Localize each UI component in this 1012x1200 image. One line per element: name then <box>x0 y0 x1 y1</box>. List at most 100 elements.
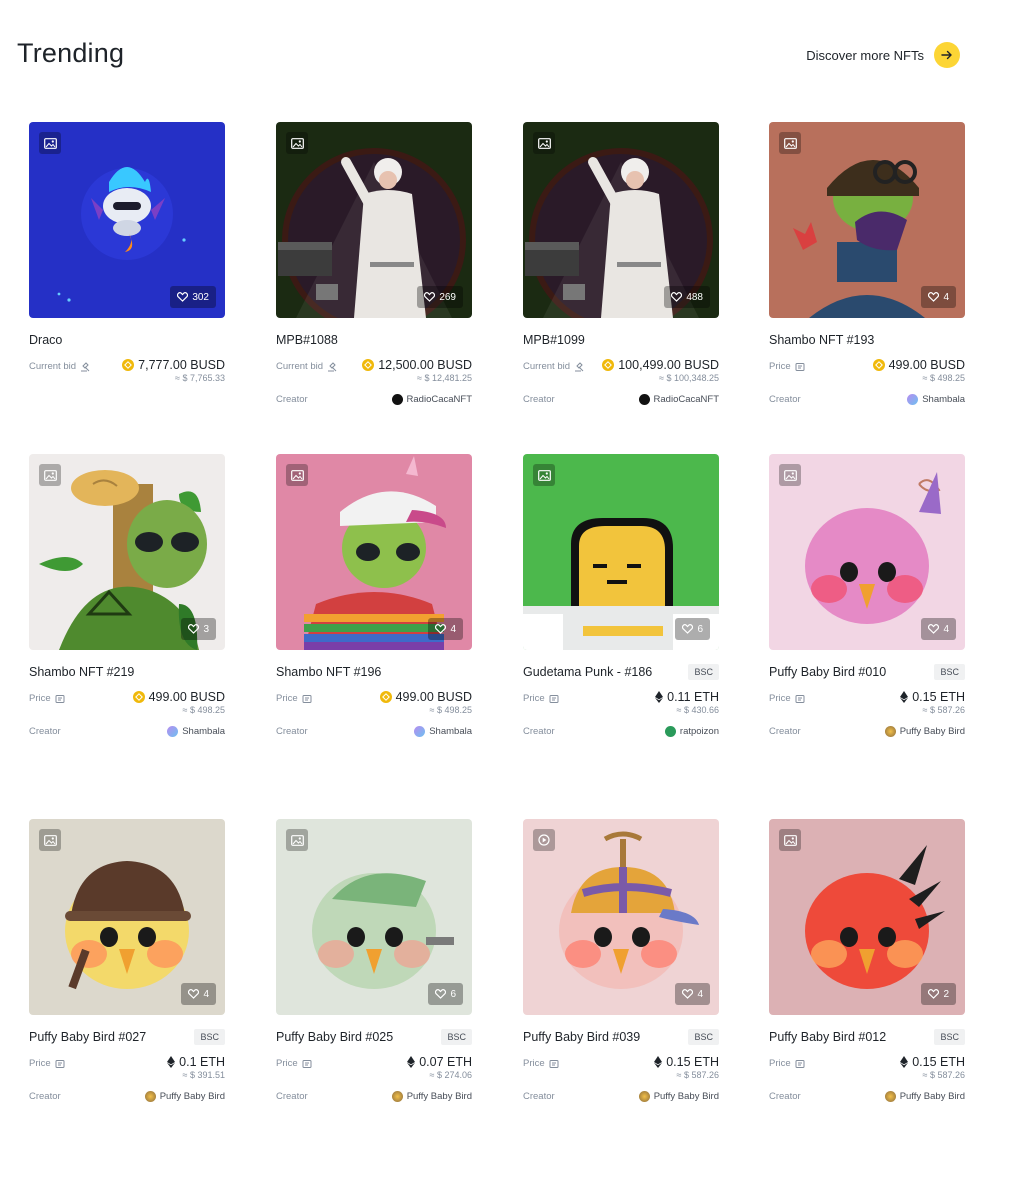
price-value: 12,500.00 BUSD <box>378 358 472 372</box>
like-button[interactable]: 3 <box>181 618 216 640</box>
like-button[interactable]: 4 <box>921 618 956 640</box>
creator-link[interactable]: Shambala <box>907 394 965 405</box>
creator-avatar <box>391 394 403 405</box>
nft-card[interactable]: 4 Shambo NFT #193 Price 499.00 BUSD ≈ $ … <box>769 122 965 405</box>
price-label-text: Price <box>523 1058 545 1069</box>
like-button[interactable]: 269 <box>417 286 463 308</box>
nft-card[interactable]: 2 Puffy Baby Bird #012 BSC Price 0.15 ET… <box>769 819 965 1102</box>
like-button[interactable]: 488 <box>664 286 710 308</box>
creator-link[interactable]: Puffy Baby Bird <box>884 1091 965 1102</box>
price-label: Price <box>276 1058 312 1069</box>
creator-name: Shambala <box>182 726 225 737</box>
nft-thumbnail[interactable]: 6 <box>523 454 719 650</box>
price-label-text: Price <box>769 361 791 372</box>
auction-icon <box>327 361 337 372</box>
nft-thumbnail[interactable]: 269 <box>276 122 472 318</box>
price-value: 0.15 ETH <box>912 690 965 704</box>
nft-card[interactable]: 6 Puffy Baby Bird #025 BSC Price 0.07 ET… <box>276 819 472 1102</box>
creator-label: Creator <box>523 726 555 737</box>
creator-avatar <box>144 1091 156 1102</box>
price-usd: ≈ $ 274.06 <box>429 1070 472 1080</box>
nft-name[interactable]: Puffy Baby Bird #039 <box>523 1030 640 1044</box>
like-button[interactable]: 6 <box>428 983 463 1005</box>
nft-name[interactable]: Puffy Baby Bird #025 <box>276 1030 393 1044</box>
creator-label: Creator <box>29 726 61 737</box>
nft-thumbnail[interactable]: 4 <box>769 122 965 318</box>
nft-thumbnail[interactable]: 488 <box>523 122 719 318</box>
creator-link[interactable]: Puffy Baby Bird <box>638 1091 719 1102</box>
nft-card[interactable]: 302 Draco Current bid 7,777.00 BUSD ≈ $ … <box>29 122 225 386</box>
tag-icon <box>55 1059 65 1069</box>
nft-card[interactable]: 4 Puffy Baby Bird #039 BSC Price 0.15 ET… <box>523 819 719 1102</box>
nft-card[interactable]: 4 Shambo NFT #196 Price 499.00 BUSD ≈ $ … <box>276 454 472 737</box>
like-count: 269 <box>439 291 456 303</box>
price-label: Price <box>769 1058 805 1069</box>
chain-badge: BSC <box>688 664 719 680</box>
creator-link[interactable]: Puffy Baby Bird <box>144 1091 225 1102</box>
like-button[interactable]: 4 <box>921 286 956 308</box>
nft-card[interactable]: 488 MPB#1099 Current bid 100,499.00 BUSD… <box>523 122 719 405</box>
eth-icon <box>900 691 909 703</box>
like-count: 3 <box>203 623 209 635</box>
nft-thumbnail[interactable]: 4 <box>29 819 225 1015</box>
heart-icon <box>177 292 189 302</box>
nft-card[interactable]: 4 Puffy Baby Bird #010 BSC Price 0.15 ET… <box>769 454 965 737</box>
creator-link[interactable]: Shambala <box>414 726 472 737</box>
creator-link[interactable]: RadioCacaNFT <box>638 394 719 405</box>
price-label: Price <box>523 1058 559 1069</box>
price-label-text: Price <box>29 1058 51 1069</box>
like-count: 4 <box>203 988 209 1000</box>
nft-name[interactable]: Shambo NFT #196 <box>276 665 381 679</box>
creator-link[interactable]: Shambala <box>167 726 225 737</box>
tag-icon <box>549 1059 559 1069</box>
discover-more-link[interactable]: Discover more NFTs <box>806 42 960 68</box>
heart-icon <box>928 989 940 999</box>
nft-thumbnail[interactable]: 4 <box>523 819 719 1015</box>
like-button[interactable]: 4 <box>181 983 216 1005</box>
nft-thumbnail[interactable]: 4 <box>276 454 472 650</box>
creator-avatar <box>414 726 426 737</box>
nft-card[interactable]: 4 Puffy Baby Bird #027 BSC Price 0.1 ETH… <box>29 819 225 1102</box>
creator-avatar <box>884 1091 896 1102</box>
nft-thumbnail[interactable]: 3 <box>29 454 225 650</box>
like-count: 6 <box>450 988 456 1000</box>
like-button[interactable]: 302 <box>170 286 216 308</box>
auction-icon <box>574 361 584 372</box>
chain-badge: BSC <box>688 1029 719 1045</box>
nft-thumbnail[interactable]: 2 <box>769 819 965 1015</box>
image-icon <box>286 464 308 486</box>
creator-link[interactable]: ratpoizon <box>664 726 719 737</box>
nft-card[interactable]: 269 MPB#1088 Current bid 12,500.00 BUSD … <box>276 122 472 405</box>
nft-name[interactable]: Puffy Baby Bird #012 <box>769 1030 886 1044</box>
creator-link[interactable]: RadioCacaNFT <box>391 394 472 405</box>
image-icon <box>286 829 308 851</box>
heart-icon <box>435 989 447 999</box>
like-button[interactable]: 4 <box>428 618 463 640</box>
nft-name[interactable]: Shambo NFT #193 <box>769 333 874 347</box>
creator-label: Creator <box>769 1091 801 1102</box>
like-count: 6 <box>697 623 703 635</box>
arrow-right-icon <box>934 42 960 68</box>
nft-thumbnail[interactable]: 6 <box>276 819 472 1015</box>
chain-badge: BSC <box>934 664 965 680</box>
nft-name[interactable]: Gudetama Punk - #186 <box>523 665 652 679</box>
price-label: Current bid <box>276 361 337 372</box>
like-button[interactable]: 4 <box>675 983 710 1005</box>
heart-icon <box>188 989 200 999</box>
creator-link[interactable]: Puffy Baby Bird <box>391 1091 472 1102</box>
nft-thumbnail[interactable]: 302 <box>29 122 225 318</box>
nft-name[interactable]: MPB#1088 <box>276 333 338 347</box>
nft-name[interactable]: Puffy Baby Bird #027 <box>29 1030 146 1044</box>
like-button[interactable]: 6 <box>675 618 710 640</box>
nft-name[interactable]: Draco <box>29 333 62 347</box>
creator-link[interactable]: Puffy Baby Bird <box>884 726 965 737</box>
nft-name[interactable]: MPB#1099 <box>523 333 585 347</box>
nft-name[interactable]: Shambo NFT #219 <box>29 665 134 679</box>
nft-card[interactable]: 3 Shambo NFT #219 Price 499.00 BUSD ≈ $ … <box>29 454 225 737</box>
like-button[interactable]: 2 <box>921 983 956 1005</box>
nft-name[interactable]: Puffy Baby Bird #010 <box>769 665 886 679</box>
image-icon <box>779 829 801 851</box>
image-icon <box>39 464 61 486</box>
nft-card[interactable]: 6 Gudetama Punk - #186 BSC Price 0.11 ET… <box>523 454 719 737</box>
nft-thumbnail[interactable]: 4 <box>769 454 965 650</box>
